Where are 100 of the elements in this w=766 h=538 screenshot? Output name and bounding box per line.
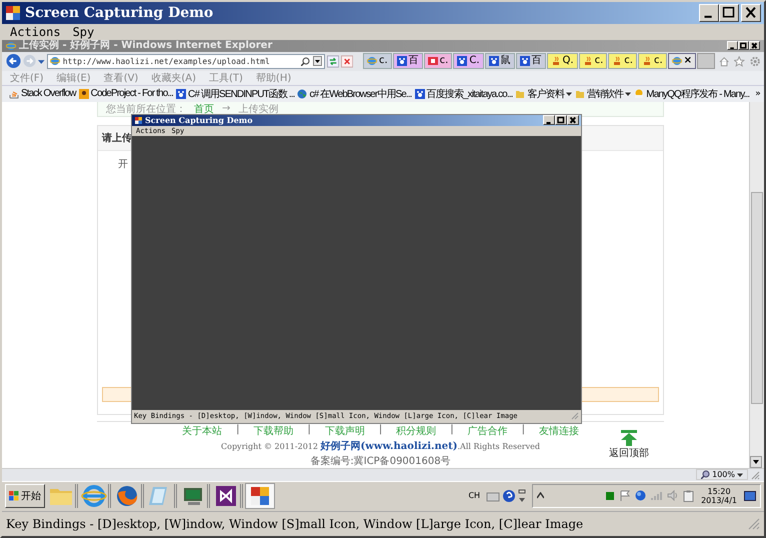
star-icon[interactable] [734, 56, 745, 67]
site-icon [396, 56, 407, 66]
browser-tab[interactable]: C. [453, 53, 484, 70]
browser-tab[interactable]: Q. [546, 53, 578, 70]
favorite-link[interactable]: CodeProject - For tho... [90, 88, 173, 100]
language-indicator[interactable]: CH [468, 491, 480, 500]
site-icon [9, 88, 19, 99]
favorite-link[interactable]: 百度搜索_xitaitaya.co... [426, 86, 512, 101]
clock[interactable]: 15:20 2013/4/1 [701, 486, 737, 505]
browser-tab[interactable]: 鼠 [484, 53, 515, 70]
maximize-button[interactable] [555, 115, 567, 126]
search-icon [300, 56, 310, 66]
panel-title: 请上传 [102, 132, 132, 145]
separator: | [307, 424, 311, 437]
site-icon [78, 88, 89, 99]
site-icon [414, 88, 425, 99]
dropdown-button[interactable] [312, 56, 322, 66]
show-desktop-icon[interactable] [744, 490, 756, 501]
browser-tab[interactable]: c. [362, 53, 392, 70]
separator: | [378, 424, 382, 437]
start-button[interactable]: 开始 [5, 484, 45, 508]
scrollbar[interactable] [749, 102, 764, 468]
favorite-link[interactable]: C# 调用SENDINPUT函数 ... [188, 86, 294, 101]
status-square-icon[interactable] [606, 492, 614, 500]
app-icon [5, 4, 21, 21]
browser-tab[interactable]: c. [608, 53, 637, 70]
breadcrumb-current: 上传实例 [238, 102, 278, 116]
favorite-link[interactable]: ManyQQ程序发布 - Many... [646, 86, 750, 101]
site-icon [488, 56, 499, 66]
separator: | [450, 424, 454, 437]
favorite-link[interactable]: 客户资料 [527, 86, 564, 101]
browser-tab[interactable]: 百 [516, 53, 546, 70]
minimize-button[interactable] [727, 41, 738, 50]
stop-button[interactable] [340, 54, 353, 68]
browser-icon [366, 56, 377, 66]
browser-tab[interactable]: 百 [392, 53, 423, 70]
back-to-top-link[interactable]: 返回顶部 [609, 446, 649, 460]
window-title: Screen Capturing Demo [145, 115, 253, 126]
scroll-down-button[interactable] [750, 456, 762, 468]
caret-icon[interactable] [625, 90, 632, 97]
taskbar-button[interactable] [245, 482, 275, 509]
site-icon [550, 56, 561, 66]
separator: | [236, 424, 240, 437]
caret-icon [737, 472, 743, 478]
site-icon [582, 56, 593, 66]
menu-item[interactable]: Spy [72, 24, 94, 39]
separator: | [522, 424, 525, 437]
browser-icon [81, 482, 107, 509]
site-icon [457, 56, 468, 66]
up-arrow-icon[interactable] [620, 430, 638, 446]
resize-grip-icon [571, 412, 579, 420]
site-icon [428, 56, 438, 66]
site-icon [634, 88, 644, 99]
url-text: http://www.haolizi.net/examples/upload.html [62, 56, 270, 66]
favorite-link[interactable]: Stack Overflow [21, 88, 76, 100]
caret-icon[interactable] [566, 90, 572, 97]
minimize-button[interactable] [543, 115, 555, 126]
globe-icon[interactable] [635, 490, 646, 502]
favorite-link[interactable]: c# 在WebBrowser中用Se... [309, 86, 412, 101]
menu-item[interactable]: Actions [10, 24, 61, 39]
resize-grip-icon [750, 470, 760, 480]
copyright-text: Copyright © 2011-2012 好例子网(www.haolizi.net).All Rights Reserved [221, 440, 540, 453]
site-icon [520, 56, 530, 66]
app-icon [134, 116, 143, 125]
address-field[interactable]: http://www.haolizi.net/examples/upload.html [46, 54, 325, 69]
maximize-button[interactable] [719, 4, 739, 22]
close-button[interactable] [749, 41, 760, 50]
refresh-button[interactable] [326, 54, 339, 68]
resize-grip-icon [748, 518, 760, 530]
panel-text: 开 [118, 158, 128, 171]
browser-tab[interactable]: c. [424, 53, 452, 70]
browser-icon [672, 56, 682, 66]
window-title: Screen Capturing Demo [25, 4, 214, 21]
browser-icon [50, 56, 60, 66]
browser-tab[interactable]: c. [638, 53, 667, 70]
folder-icon [515, 88, 526, 99]
options-icon[interactable] [518, 488, 526, 503]
site-icon [176, 88, 186, 99]
globe-icon [297, 88, 308, 99]
home-icon[interactable] [719, 56, 730, 67]
browser-tab[interactable]: × [668, 53, 696, 70]
browser-icon [6, 40, 16, 51]
more-button[interactable]: » [755, 88, 761, 99]
close-button[interactable] [741, 4, 761, 22]
zoom-control[interactable]: 100% [696, 469, 748, 480]
favorite-link[interactable]: 营销软件 [586, 86, 624, 101]
back-button[interactable] [6, 53, 21, 70]
browser-title: 上传实例 - 好例子网 - Windows Internet Explorer [19, 40, 272, 52]
browser-tab[interactable]: c. [578, 53, 608, 70]
status-text: Key Bindings - [D]esktop, [W]indow, Window [S]mall Icon, Window [L]arge Icon, [C]lear Image [6, 517, 584, 531]
maximize-button[interactable] [738, 41, 749, 50]
clipboard-icon[interactable] [683, 490, 694, 502]
breadcrumb-label: 您当前所在位置： [106, 102, 186, 116]
help-icon[interactable] [502, 488, 516, 503]
zoom-icon [701, 470, 710, 480]
flag-icon[interactable] [619, 490, 630, 502]
close-button[interactable] [567, 115, 579, 126]
site-icon [612, 56, 622, 66]
minimize-button[interactable] [699, 4, 719, 22]
folder-icon [574, 88, 585, 99]
